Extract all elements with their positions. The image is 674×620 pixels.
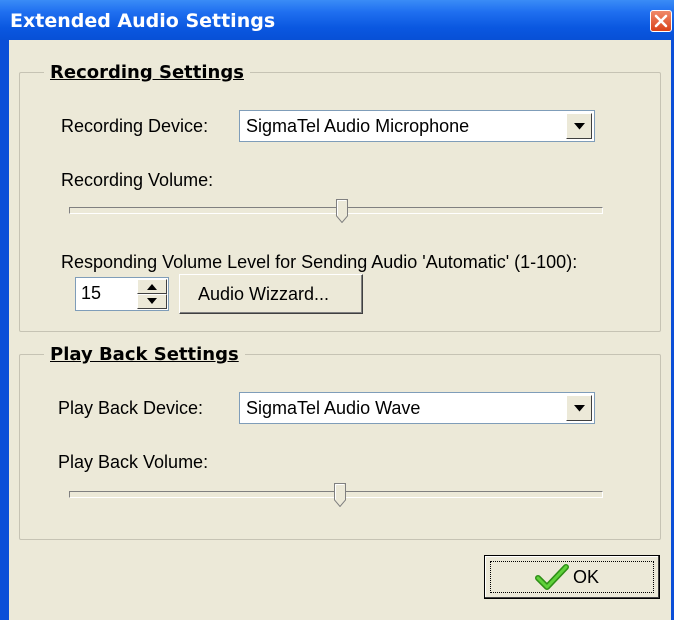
close-icon [654, 14, 668, 28]
responding-volume-label: Responding Volume Level for Sending Audi… [61, 252, 578, 272]
playback-device-select[interactable]: SigmaTel Audio Wave [239, 392, 595, 424]
playback-volume-label: Play Back Volume: [58, 452, 209, 472]
audio-wizard-label: Audio Wizzard... [198, 284, 330, 304]
recording-settings-title: Recording Settings [50, 62, 244, 83]
playback-settings-group: Play Back Settings [19, 344, 661, 540]
responding-volume-spinner[interactable] [137, 279, 167, 309]
audio-wizard-button[interactable]: Audio Wizzard... [179, 274, 363, 314]
ok-label: OK [573, 567, 600, 587]
playback-settings-title: Play Back Settings [50, 344, 239, 365]
spinner-arrows-icon [137, 279, 167, 309]
playback-volume-thumb[interactable] [334, 483, 346, 507]
ok-button[interactable]: OK [484, 555, 660, 599]
chevron-down-icon [574, 405, 585, 412]
recording-device-label: Recording Device: [61, 116, 209, 136]
checkmark-icon [535, 564, 569, 590]
dialog-window: Extended Audio Settings Recording Settin… [0, 0, 674, 620]
recording-device-select[interactable]: SigmaTel Audio Microphone [239, 110, 595, 142]
recording-device-value: SigmaTel Audio Microphone [246, 116, 470, 136]
dialog-body: Recording Settings Recording Device: Sig… [9, 40, 671, 620]
recording-volume-label: Recording Volume: [61, 170, 214, 190]
title-bar[interactable]: Extended Audio Settings [0, 0, 674, 40]
playback-device-value: SigmaTel Audio Wave [246, 398, 421, 418]
close-button[interactable] [650, 10, 672, 32]
playback-device-label: Play Back Device: [58, 398, 204, 418]
playback-device-dropdown-button[interactable] [566, 395, 592, 421]
recording-device-dropdown-button[interactable] [566, 113, 592, 139]
window-title: Extended Audio Settings [10, 10, 276, 32]
responding-volume-value: 15 [81, 283, 102, 303]
chevron-down-icon [574, 123, 585, 130]
ok-focus-rect [490, 561, 654, 593]
responding-volume-input[interactable]: 15 [75, 277, 169, 311]
recording-volume-thumb[interactable] [336, 199, 348, 223]
